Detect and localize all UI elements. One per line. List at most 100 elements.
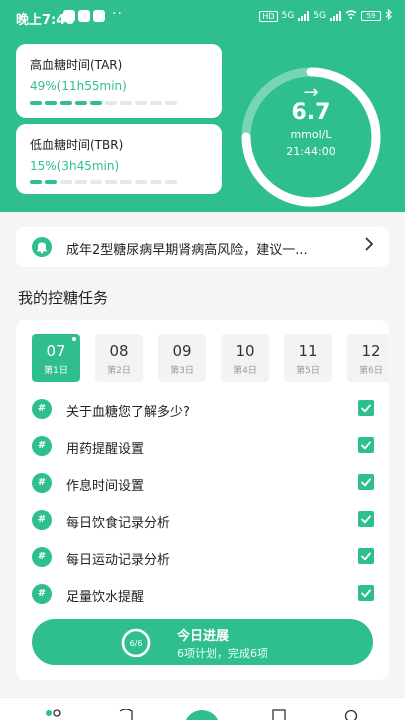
day-label: 第5日 bbox=[296, 366, 320, 376]
day-label: 第4日 bbox=[233, 366, 257, 376]
progress-segment bbox=[30, 101, 42, 105]
app-notification-icon bbox=[93, 10, 105, 22]
day-tab-2[interactable]: 08 第2日 bbox=[95, 334, 143, 382]
day-number: 12 bbox=[361, 342, 381, 360]
task-checkbox[interactable] bbox=[358, 474, 374, 490]
task-item-4[interactable]: # 每日饮食记录分析 bbox=[32, 509, 374, 533]
tar-card[interactable]: 高血糖时间(TAR) 49%(11h55min) bbox=[16, 44, 222, 118]
progress-segment bbox=[45, 101, 57, 105]
task-checkbox[interactable] bbox=[358, 400, 374, 416]
progress-segment bbox=[135, 180, 147, 184]
task-name: 足量饮水提醒 bbox=[66, 590, 145, 605]
task-item-1[interactable]: # 关于血糖您了解多少? bbox=[32, 398, 374, 422]
day-tab-3[interactable]: 09 第3日 bbox=[158, 334, 206, 382]
record-icon[interactable] bbox=[272, 706, 288, 720]
progress-segment bbox=[75, 180, 87, 184]
progress-segment bbox=[30, 180, 42, 184]
hash-icon: # bbox=[32, 510, 52, 530]
progress-segment bbox=[90, 180, 102, 184]
hash-icon: # bbox=[32, 473, 52, 493]
network-5g-label: 5G bbox=[281, 11, 295, 21]
task-name: 用药提醒设置 bbox=[66, 442, 145, 457]
status-bar: 晚上7:48 ·· HD 5G 5G 59 bbox=[0, 0, 405, 34]
task-checkbox[interactable] bbox=[358, 548, 374, 564]
task-checkbox[interactable] bbox=[358, 511, 374, 527]
progress-segment bbox=[60, 101, 72, 105]
hash-icon: # bbox=[32, 547, 52, 567]
progress-segment bbox=[75, 101, 87, 105]
tbr-progress-bar bbox=[30, 180, 177, 184]
today-progress-button[interactable]: 6/6 今日进展 6项计划，完成6项 bbox=[32, 619, 373, 665]
progress-segment bbox=[165, 180, 177, 184]
progress-segment bbox=[105, 180, 117, 184]
day-tab-4[interactable]: 10 第4日 bbox=[221, 334, 269, 382]
progress-segment bbox=[150, 180, 162, 184]
status-right: HD 5G 5G 59 bbox=[259, 8, 393, 23]
day-tab-5[interactable]: 11 第5日 bbox=[284, 334, 332, 382]
tbr-card[interactable]: 低血糖时间(TBR) 15%(3h45min) bbox=[16, 124, 222, 194]
profile-icon[interactable] bbox=[344, 706, 360, 720]
notice-text: 成年2型糖尿病早期肾病高风险，建议一... bbox=[66, 243, 308, 258]
hero-header: 晚上7:48 ·· HD 5G 5G 59 高血糖时间(TAR) 49%(11h… bbox=[0, 0, 405, 212]
day-label: 第1日 bbox=[44, 366, 68, 376]
day-tab-6[interactable]: 12 第6日 bbox=[347, 334, 389, 382]
tar-progress-bar bbox=[30, 101, 177, 105]
more-notifications-indicator: ·· bbox=[112, 6, 123, 22]
task-name: 关于血糖您了解多少? bbox=[66, 405, 190, 420]
checkmark-icon bbox=[360, 515, 372, 524]
hash-icon: # bbox=[32, 399, 52, 419]
checkmark-icon bbox=[360, 478, 372, 487]
checkmark-icon bbox=[360, 589, 372, 598]
progress-segment bbox=[60, 180, 72, 184]
glucose-unit: mmol/L bbox=[290, 128, 332, 141]
day-number: 11 bbox=[298, 342, 318, 360]
bottom-nav bbox=[0, 697, 405, 720]
glucose-time: 21:44:00 bbox=[286, 145, 336, 158]
day-label: 第3日 bbox=[170, 366, 194, 376]
bluetooth-icon bbox=[385, 8, 393, 23]
chevron-right-icon[interactable] bbox=[365, 237, 374, 255]
progress-segment bbox=[105, 101, 117, 105]
day-label: 第2日 bbox=[107, 366, 131, 376]
active-dot bbox=[72, 337, 76, 341]
progress-segment bbox=[45, 180, 57, 184]
signal-icon bbox=[330, 11, 341, 21]
task-item-5[interactable]: # 每日运动记录分析 bbox=[32, 546, 374, 570]
tar-label: 高血糖时间(TAR) bbox=[30, 58, 123, 72]
progress-ring-text: 6/6 bbox=[130, 639, 143, 648]
risk-notice[interactable]: 成年2型糖尿病早期肾病高风险，建议一... bbox=[16, 227, 389, 267]
task-name: 每日运动记录分析 bbox=[66, 553, 171, 568]
home-icon[interactable] bbox=[45, 706, 61, 718]
progress-segment bbox=[135, 101, 147, 105]
progress-segment bbox=[120, 101, 132, 105]
task-item-2[interactable]: # 用药提醒设置 bbox=[32, 435, 374, 459]
task-item-6[interactable]: # 足量饮水提醒 bbox=[32, 583, 374, 607]
progress-title: 今日进展 bbox=[177, 629, 230, 644]
progress-segment bbox=[120, 180, 132, 184]
checkmark-icon bbox=[360, 404, 372, 413]
task-checkbox[interactable] bbox=[358, 437, 374, 453]
wifi-icon bbox=[345, 9, 357, 23]
day-selector: 07 第1日 08 第2日 09 第3日 10 第4日 11 第5日 12 第6… bbox=[32, 334, 389, 384]
task-name: 每日饮食记录分析 bbox=[66, 516, 171, 531]
app-notification-icon bbox=[78, 10, 90, 22]
center-action-button[interactable] bbox=[184, 710, 220, 720]
day-number: 09 bbox=[172, 342, 192, 360]
progress-segment bbox=[90, 101, 102, 105]
tbr-value: 15%(3h45min) bbox=[30, 159, 120, 173]
task-item-3[interactable]: # 作息时间设置 bbox=[32, 472, 374, 496]
task-checkbox[interactable] bbox=[358, 585, 374, 601]
tbr-label: 低血糖时间(TBR) bbox=[30, 138, 124, 152]
checkmark-icon bbox=[360, 552, 372, 561]
day-tab-1[interactable]: 07 第1日 bbox=[32, 334, 80, 382]
bell-icon bbox=[32, 237, 52, 257]
hash-icon: # bbox=[32, 436, 52, 456]
hash-icon: # bbox=[32, 584, 52, 604]
day-number: 10 bbox=[235, 342, 255, 360]
progress-summary: 6项计划，完成6项 bbox=[177, 647, 268, 660]
task-name: 作息时间设置 bbox=[66, 479, 145, 494]
section-title: 我的控糖任务 bbox=[18, 289, 109, 307]
progress-ring: 6/6 bbox=[121, 628, 151, 658]
glucose-value: 6.7 bbox=[291, 100, 331, 125]
chat-icon[interactable] bbox=[118, 706, 134, 720]
